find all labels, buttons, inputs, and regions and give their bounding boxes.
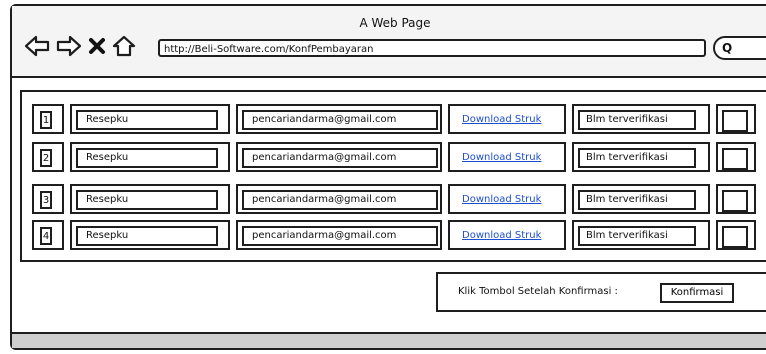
email-cell: pencariandarma@gmail.com	[236, 220, 442, 250]
confirm-button[interactable]: Konfirmasi	[660, 283, 734, 303]
search-field[interactable]: Q	[713, 36, 766, 60]
back-arrow-icon[interactable]	[24, 34, 50, 58]
name-field[interactable]: Resepku	[76, 110, 218, 130]
row-number-cell: 1	[32, 104, 64, 134]
status-field: Blm terverifikasi	[578, 148, 696, 168]
name-cell: Resepku	[70, 184, 230, 214]
search-icon: Q	[722, 41, 733, 55]
status-cell: Blm terverifikasi	[572, 220, 710, 250]
close-icon[interactable]	[88, 35, 106, 57]
status-field: Blm terverifikasi	[578, 110, 696, 130]
row-number: 3	[40, 191, 52, 209]
status-bar: ╱	[12, 332, 766, 348]
address-bar[interactable]: http://Beli-Software.com/KonfPembayaran	[158, 39, 706, 57]
row-number-cell: 4	[32, 220, 64, 250]
status-cell: Blm terverifikasi	[572, 142, 710, 172]
name-field[interactable]: Resepku	[76, 226, 218, 246]
checkbox-cell	[716, 220, 756, 250]
download-cell: Download Struk	[448, 184, 566, 214]
checkbox-cell	[716, 142, 756, 172]
confirmation-panel: Klik Tombol Setelah Konfirmasi : Konfirm…	[436, 272, 766, 312]
table-row: 1 Resepku pencariandarma@gmail.com Downl…	[32, 104, 766, 134]
status-cell: Blm terverifikasi	[572, 104, 710, 134]
name-cell: Resepku	[70, 104, 230, 134]
row-number: 4	[40, 227, 52, 245]
window-title: A Web Page	[359, 16, 431, 30]
status-cell: Blm terverifikasi	[572, 184, 710, 214]
confirm-checkbox[interactable]	[722, 110, 748, 132]
confirm-checkbox[interactable]	[722, 190, 748, 212]
name-field[interactable]: Resepku	[76, 190, 218, 210]
email-cell: pencariandarma@gmail.com	[236, 142, 442, 172]
name-field[interactable]: Resepku	[76, 148, 218, 168]
download-struk-link[interactable]: Download Struk	[462, 114, 541, 125]
url-text: http://Beli-Software.com/KonfPembayaran	[164, 44, 374, 55]
row-number-cell: 3	[32, 184, 64, 214]
table-row: 2 Resepku pencariandarma@gmail.com Downl…	[32, 142, 766, 172]
email-field[interactable]: pencariandarma@gmail.com	[242, 226, 438, 246]
table-row: 3 Resepku pencariandarma@gmail.com Downl…	[32, 184, 766, 214]
row-number-cell: 2	[32, 142, 64, 172]
download-cell: Download Struk	[448, 104, 566, 134]
table-row: 4 Resepku pencariandarma@gmail.com Downl…	[32, 220, 766, 250]
row-number: 2	[40, 149, 52, 167]
email-field[interactable]: pencariandarma@gmail.com	[242, 148, 438, 168]
confirm-checkbox[interactable]	[722, 148, 748, 170]
download-cell: Download Struk	[448, 220, 566, 250]
forward-arrow-icon[interactable]	[56, 34, 82, 58]
download-struk-link[interactable]: Download Struk	[462, 194, 541, 205]
download-cell: Download Struk	[448, 142, 566, 172]
email-field[interactable]: pencariandarma@gmail.com	[242, 190, 438, 210]
title-bar: A Web Page http://Beli-Software.com/Konf…	[12, 6, 766, 78]
browser-window: A Web Page http://Beli-Software.com/Konf…	[10, 4, 766, 350]
home-icon[interactable]	[112, 34, 136, 58]
checkbox-cell	[716, 184, 756, 214]
name-cell: Resepku	[70, 220, 230, 250]
name-cell: Resepku	[70, 142, 230, 172]
download-struk-link[interactable]: Download Struk	[462, 230, 541, 241]
email-cell: pencariandarma@gmail.com	[236, 184, 442, 214]
confirm-checkbox[interactable]	[722, 226, 748, 248]
checkbox-cell	[716, 104, 756, 134]
confirm-label: Klik Tombol Setelah Konfirmasi :	[458, 286, 618, 297]
status-field: Blm terverifikasi	[578, 226, 696, 246]
payment-table: 1 Resepku pencariandarma@gmail.com Downl…	[20, 90, 766, 262]
download-struk-link[interactable]: Download Struk	[462, 152, 541, 163]
status-field: Blm terverifikasi	[578, 190, 696, 210]
nav-controls	[24, 34, 136, 58]
row-number: 1	[40, 111, 52, 129]
email-cell: pencariandarma@gmail.com	[236, 104, 442, 134]
email-field[interactable]: pencariandarma@gmail.com	[242, 110, 438, 130]
